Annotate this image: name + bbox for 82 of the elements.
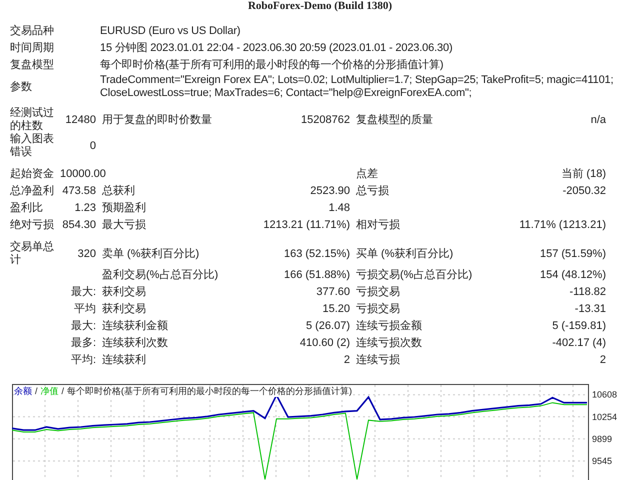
stat-label: 绝对亏损 [10,219,54,231]
stat-value: 154 (48.12%) [540,269,606,282]
stat-label: 买单 (%获利百分比) [356,248,454,260]
stat-value: 166 (51.88%) [284,269,350,282]
stat-label: 连续获利金额 [102,320,168,332]
stat-label: 连续获利 [102,354,146,366]
info-label: 参数 [10,80,33,95]
stat-value: 最大: [70,286,96,298]
stat-value: 10000.00 [60,168,106,180]
stat-label: 盈利交易(%占总百分比) [102,269,218,282]
stat-label: 总亏损 [356,185,389,198]
stat-label: 预期盈利 [102,202,146,214]
info-label: 时间周期 [10,41,55,56]
stat-value: 854.30 [62,219,96,232]
stat-value: 5 (-159.81) [552,320,606,332]
stat-label: 连续亏损次数 [356,337,422,350]
stat-label: 总获利 [102,185,135,198]
stat-label: 连续亏损 [356,354,400,366]
y-tick-label: 10608 [592,390,618,400]
legend-equity: 净值 [40,386,59,397]
stat-value: -13.31 [574,303,606,316]
stat-value: 15.20 [322,303,350,316]
info-label: 复盘模型 [10,58,55,74]
stat-label: 总净盈利 [10,185,54,197]
stat-value: 12480 [65,114,96,126]
legend-balance: 余额 [14,386,32,397]
stat-value: 11.71% (1213.21) [519,219,606,232]
stat-value: 2 [344,354,350,366]
stat-value: 平均: [70,354,96,366]
stat-label: 输入图表错误 [10,133,54,158]
stat-value: 5 (26.07) [306,320,350,332]
stat-label: 卖单 (%获利百分比) [102,248,200,260]
stat-value: 15208762 [301,114,350,126]
stat-label: 相对亏损 [356,219,400,232]
stat-value: 320 [78,248,96,260]
stat-value: 1213.21 (11.71%) [263,219,350,232]
stat-label: 获利交易 [102,303,146,316]
info-label: 交易品种 [10,24,55,40]
info-value: 15 分钟图 2023.01.01 22:04 - 2023.06.30 20:59 (2023.01.01 - 2023.06.30) [100,42,454,55]
report-title: RoboForex-Demo (Build 1380) [248,0,392,12]
stat-value: 最大: [70,320,96,332]
stat-label: 亏损交易(%占总百分比) [356,269,472,282]
stat-label: 连续获利次数 [102,337,168,350]
legend-note: 每个即时价格(基于所有可利用的最小时段的每一个价格的分形插值计算) [67,386,352,397]
stat-label: 复盘模型的质量 [356,114,433,126]
stat-label: 交易单总计 [10,241,54,266]
stat-label: 连续亏损金额 [356,320,422,332]
stat-value: 163 (52.15%) [284,248,350,260]
legend-separator: / [62,386,64,397]
stat-label: 点差 [356,168,378,180]
stat-value: 1.48 [328,202,350,214]
stat-label: 亏损交易 [356,286,400,298]
stat-value: 平均 [74,303,96,316]
stat-value: 最多: [70,337,96,350]
stat-value: 0 [90,140,96,152]
stat-label: 获利交易 [102,286,146,298]
info-value: TradeComment="Exreign Forex EA"; Lots=0.02; LotMultiplier=1.7; StepGap=25; TakeProfit=5; magic=41101; [100,74,614,87]
stat-value: -402.17 (4) [552,337,606,350]
stat-label: 亏损交易 [356,303,400,316]
stat-value: 2 [600,354,606,366]
stat-value: 410.60 (2) [300,337,350,350]
info-value: 每个即时价格(基于所有可利用的最小时段的每一个价格的分形插值计算) [100,59,444,72]
stat-value: 377.60 [316,286,350,298]
stat-value: 当前 (18) [561,168,606,180]
info-value: EURUSD (Euro vs US Dollar) [100,25,242,38]
legend-separator: / [35,386,38,397]
y-tick-label: 9545 [592,456,612,466]
info-value: CloseLowestLoss=true; MaxTrades=6; Contact="help@ExreignForexEA.com"; [100,87,473,100]
stat-label: 起始资金 [10,168,54,180]
stat-value: 157 (51.59%) [540,248,606,260]
stat-label: 最大亏损 [102,219,146,232]
stat-value: -2050.32 [562,185,606,198]
y-tick-label: 10254 [592,412,618,422]
stat-value: -118.82 [570,286,606,298]
stat-value: n/a [590,114,606,126]
stat-value: 473.58 [62,185,96,198]
stat-value: 2523.90 [310,185,350,198]
stat-label: 用于复盘的即时价数量 [102,114,212,126]
stat-label: 盈利比 [10,202,43,214]
stat-label: 经测试过的柱数 [10,107,54,132]
stat-value: 1.23 [74,202,96,214]
y-tick-label: 9899 [592,434,612,444]
